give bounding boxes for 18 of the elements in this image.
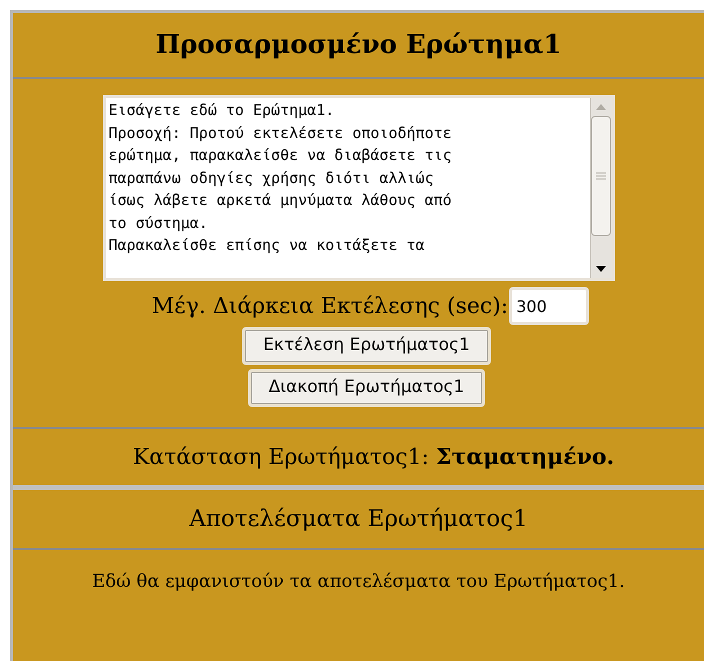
query-text-line: Παρακαλείσθε επίσης να κοιτάξετε τα bbox=[108, 235, 426, 256]
stop-query-button[interactable]: Διακοπή Ερωτήματος1 bbox=[248, 369, 486, 407]
query-text-line: ερώτημα, παρακαλείσθε να διαβάσετε τις bbox=[108, 145, 453, 166]
query-text-line: Εισάγετε εδώ το Ερώτημα1. bbox=[108, 100, 336, 121]
duration-field[interactable]: 300 bbox=[509, 287, 590, 325]
run-query-button[interactable]: Εκτέλεση Ερωτήματος1 bbox=[242, 327, 491, 365]
page-title: Προσαρμοσμένο Ερώτημα1 bbox=[156, 28, 562, 62]
query-text-line: το σύστημα. bbox=[108, 212, 209, 234]
status-text: Κατάσταση Ερωτήματος1: Σταματημένο. bbox=[132, 442, 614, 472]
query-text-line: ίσως λάβετε αρκετά μηνύματα λάθους από bbox=[108, 190, 453, 211]
scrollbar[interactable] bbox=[590, 98, 612, 278]
query-text-line: παραπάνω οδηγίες χρήσης διότι αλλιώς bbox=[108, 168, 435, 188]
query-textarea[interactable] bbox=[102, 95, 614, 281]
duration-label: Μέγ. Διάρκεια Εκτέλεσης (sec): bbox=[152, 292, 508, 320]
query-text-line: Προσοχή: Προτού εκτελέσετε οποιοδήποτε bbox=[108, 122, 453, 144]
results-text: Εδώ θα εμφανιστούν τα αποτελέσματα του Ερωτήματος1. bbox=[92, 570, 625, 594]
scroll-thumb[interactable] bbox=[591, 116, 611, 236]
results-title: Αποτελέσματα Ερωτήματος1 bbox=[189, 504, 528, 534]
